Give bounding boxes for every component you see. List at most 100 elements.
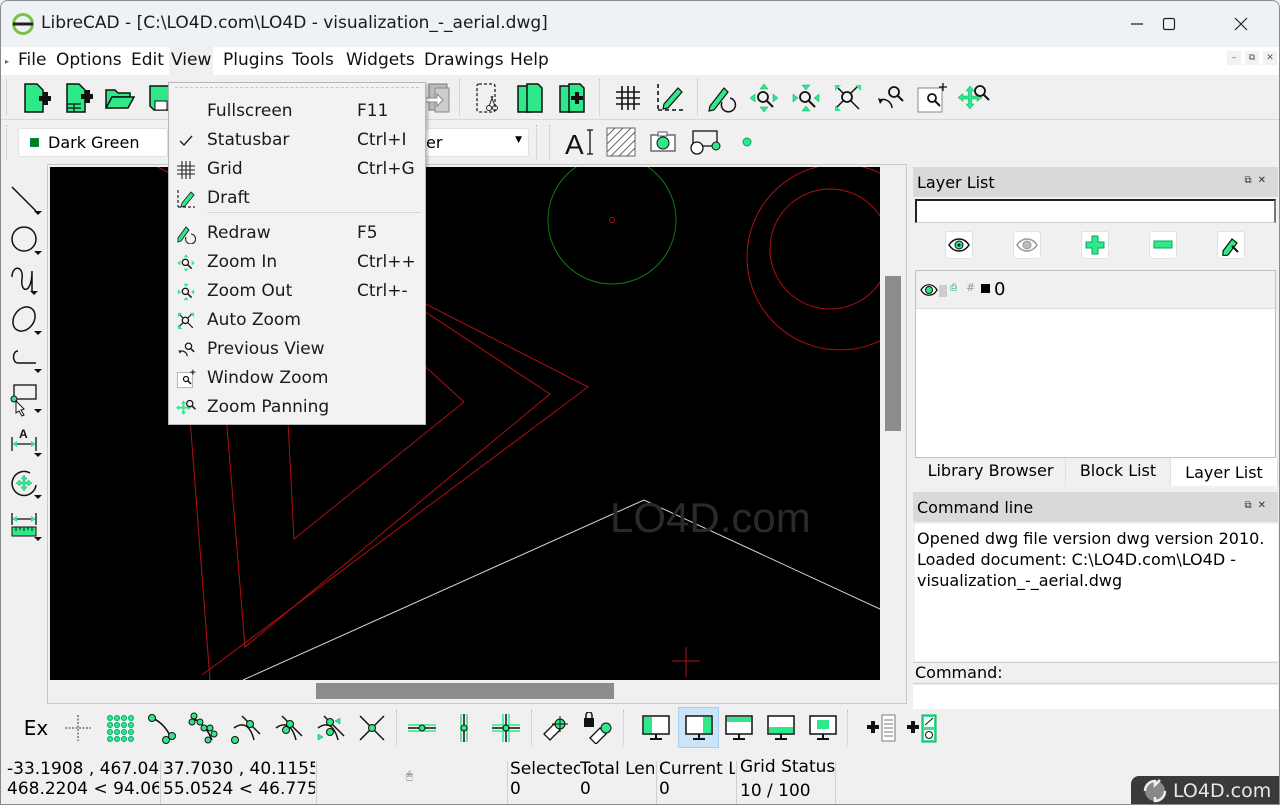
view-layout-right-button[interactable] xyxy=(678,707,719,748)
maximize-button[interactable] xyxy=(1137,1,1201,46)
modify-tool-button[interactable] xyxy=(7,466,43,502)
redraw-button[interactable] xyxy=(705,81,739,115)
vertical-scroll-thumb[interactable] xyxy=(885,276,901,431)
menu-drawings[interactable]: Drawings xyxy=(422,50,506,70)
view-menu-window-zoom[interactable]: Window Zoom xyxy=(169,364,425,393)
draft-toggle-button[interactable] xyxy=(653,81,687,115)
view-menu-draft[interactable]: Draft xyxy=(169,184,425,213)
mdi-minimize-button[interactable]: – xyxy=(1227,51,1241,65)
zoom-out-button[interactable] xyxy=(789,81,823,115)
color-combo[interactable]: Dark Green xyxy=(18,128,168,157)
curve-tool-button[interactable] xyxy=(7,262,43,298)
tab-library-browser[interactable]: Library Browser xyxy=(916,458,1066,486)
new-from-template-button[interactable] xyxy=(61,81,95,115)
mdi-restore-button[interactable]: ⧉ xyxy=(1245,51,1259,65)
view-layout-bottom-button[interactable] xyxy=(762,709,800,747)
vertical-scrollbar[interactable] xyxy=(884,167,902,680)
line-width-combo[interactable]: er ▼ xyxy=(425,128,529,157)
view-menu-zoom-out[interactable]: Zoom Out Ctrl+- xyxy=(169,277,425,306)
layer-unlocked-icon[interactable] xyxy=(939,285,947,297)
text-button[interactable]: A xyxy=(562,125,596,159)
snap-grid-button[interactable] xyxy=(101,709,139,747)
view-menu-fullscreen[interactable]: Fullscreen F11 xyxy=(169,97,425,126)
block-button[interactable] xyxy=(688,125,722,159)
snap-on-entity-button[interactable] xyxy=(185,709,223,747)
menu-plugins[interactable]: Plugins xyxy=(221,50,286,70)
dimension-tool-button[interactable]: A xyxy=(7,424,43,460)
hide-all-layers-button[interactable] xyxy=(1013,231,1041,259)
menu-tools[interactable]: Tools xyxy=(290,50,336,70)
paste-special-button[interactable] xyxy=(555,81,589,115)
tab-layer-list[interactable]: Layer List xyxy=(1171,458,1278,486)
view-menu-zoom-in[interactable]: Zoom In Ctrl++ xyxy=(169,248,425,277)
snap-center-button[interactable] xyxy=(227,709,265,747)
layer-print-icon[interactable]: ⎙ xyxy=(950,283,957,293)
auto-zoom-button[interactable] xyxy=(831,81,865,115)
remove-layer-button[interactable] xyxy=(1149,231,1177,259)
dock-float-close-icons[interactable]: ⧉✕ xyxy=(1244,500,1272,511)
add-tool-group-button[interactable] xyxy=(903,709,941,747)
paste-button[interactable] xyxy=(421,81,455,115)
add-toolbar-list-button[interactable] xyxy=(861,709,899,747)
menu-view[interactable]: View xyxy=(169,47,214,75)
point-button[interactable] xyxy=(730,125,764,159)
layer-color-swatch[interactable] xyxy=(981,284,990,293)
view-layout-left-button[interactable] xyxy=(637,709,675,747)
show-all-layers-button[interactable] xyxy=(945,231,973,259)
layer-construction-icon[interactable]: # xyxy=(966,281,975,294)
image-button[interactable] xyxy=(646,125,680,159)
snap-endpoint-button[interactable] xyxy=(143,709,181,747)
zoom-in-button[interactable] xyxy=(747,81,781,115)
new-file-button[interactable] xyxy=(19,81,53,115)
horizontal-scrollbar[interactable] xyxy=(50,680,880,702)
view-menu-auto-zoom[interactable]: Auto Zoom xyxy=(169,306,425,335)
restrict-horizontal-button[interactable] xyxy=(403,709,441,747)
snap-intersection-button[interactable] xyxy=(353,709,391,747)
lock-relative-zero-button[interactable] xyxy=(579,709,617,747)
tab-block-list[interactable]: Block List xyxy=(1066,458,1171,486)
view-menu-previous-view[interactable]: Previous View xyxy=(169,335,425,364)
ellipse-tool-button[interactable] xyxy=(7,302,43,338)
menu-edit[interactable]: Edit xyxy=(129,50,166,70)
window-zoom-icon xyxy=(175,368,197,390)
view-menu-grid[interactable]: Grid Ctrl+G xyxy=(169,155,425,184)
menu-file[interactable]: File xyxy=(16,50,48,70)
view-menu-redraw[interactable]: Redraw F5 xyxy=(169,219,425,248)
horizontal-scroll-thumb[interactable] xyxy=(316,683,614,699)
layer-filter-input[interactable] xyxy=(915,199,1276,223)
snap-free-button[interactable] xyxy=(59,709,97,747)
mdi-close-button[interactable]: ✕ xyxy=(1263,51,1277,65)
close-button[interactable] xyxy=(1209,1,1273,46)
hatch-button[interactable] xyxy=(604,125,638,159)
menu-help[interactable]: Help xyxy=(508,50,551,70)
snap-middle-button[interactable] xyxy=(269,709,307,747)
zoom-panning-button[interactable] xyxy=(957,81,991,115)
restrict-orthogonal-button[interactable] xyxy=(487,709,525,747)
view-menu-statusbar[interactable]: Statusbar Ctrl+I xyxy=(169,126,425,155)
edit-layer-button[interactable] xyxy=(1217,231,1245,259)
snap-distance-button[interactable] xyxy=(311,709,349,747)
line-tool-button[interactable] xyxy=(7,182,43,218)
view-layout-top-button[interactable] xyxy=(720,709,758,747)
open-file-button[interactable] xyxy=(103,81,137,115)
menu-widgets[interactable]: Widgets xyxy=(344,50,417,70)
copy-button[interactable] xyxy=(513,81,547,115)
polyline-tool-button[interactable] xyxy=(7,342,43,378)
set-relative-zero-button[interactable] xyxy=(537,709,575,747)
view-menu-zoom-panning[interactable]: Zoom Panning xyxy=(169,393,425,422)
restrict-vertical-button[interactable] xyxy=(445,709,483,747)
measure-tool-button[interactable] xyxy=(7,508,43,544)
view-layout-center-button[interactable] xyxy=(804,709,842,747)
grid-toggle-button[interactable] xyxy=(611,81,645,115)
circle-tool-button[interactable] xyxy=(7,222,43,258)
cut-button[interactable] xyxy=(471,81,505,115)
window-zoom-button[interactable] xyxy=(915,81,949,115)
exclusive-snap-button[interactable]: Ex xyxy=(17,709,55,747)
previous-view-button[interactable] xyxy=(873,81,907,115)
layer-row[interactable]: ⎙ # 0 xyxy=(916,271,1275,309)
select-tool-button[interactable] xyxy=(7,382,43,418)
menu-options[interactable]: Options xyxy=(54,50,124,70)
layer-visible-icon[interactable] xyxy=(920,284,938,296)
dock-float-close-icons[interactable]: ⧉✕ xyxy=(1244,175,1272,186)
add-layer-button[interactable] xyxy=(1081,231,1109,259)
